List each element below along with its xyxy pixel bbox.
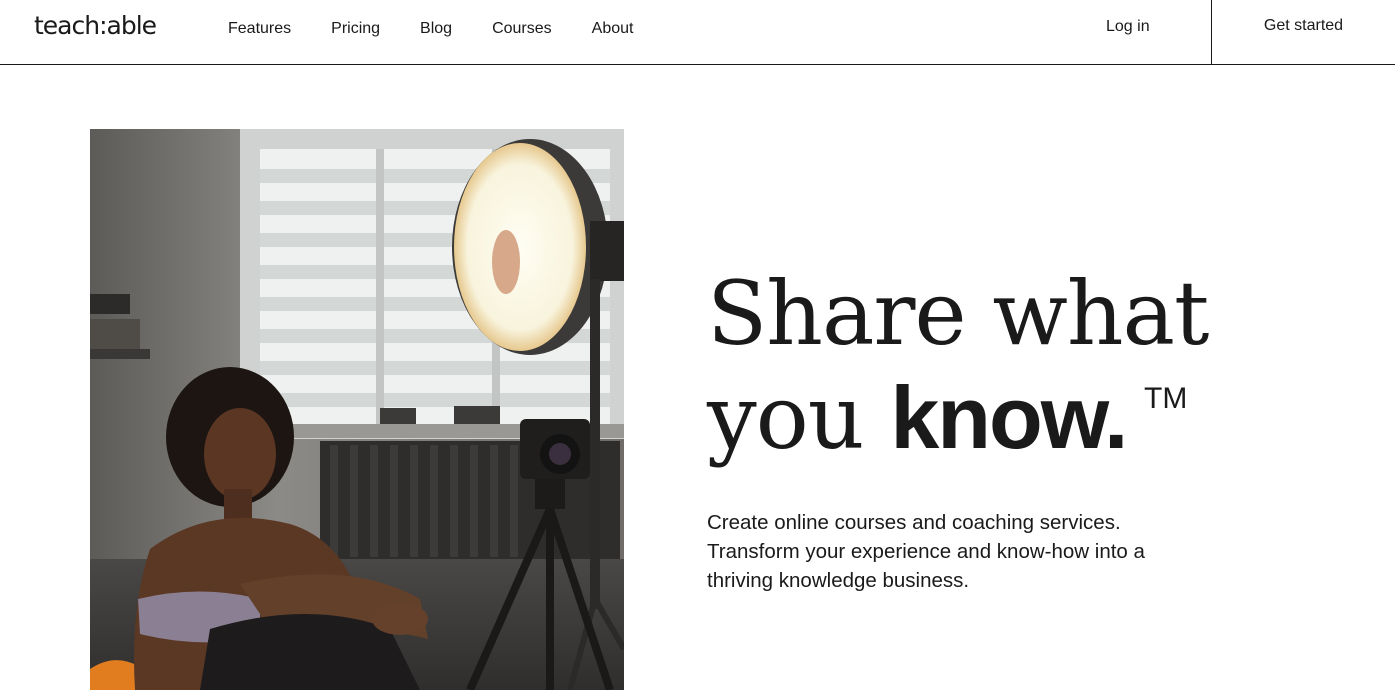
headline-line-1: Share what bbox=[707, 262, 1209, 365]
nav-item-pricing[interactable]: Pricing bbox=[331, 19, 380, 39]
nav-item-about[interactable]: About bbox=[592, 19, 634, 39]
main-nav: Features Pricing Blog Courses About bbox=[228, 19, 673, 39]
nav-item-courses[interactable]: Courses bbox=[492, 19, 552, 39]
subcopy-line-3: thriving knowledge business. bbox=[707, 569, 970, 592]
headline-emphasis: know. bbox=[890, 368, 1128, 467]
creator-filming-photo bbox=[90, 129, 624, 690]
nav-item-blog[interactable]: Blog bbox=[420, 19, 452, 39]
nav-item-features[interactable]: Features bbox=[228, 19, 291, 39]
teachable-logo[interactable]: teach:able bbox=[34, 11, 157, 41]
hero-headline: Share what you know. bbox=[707, 262, 1267, 470]
get-started-button[interactable]: Get started bbox=[1212, 0, 1395, 64]
hero-photo bbox=[90, 129, 624, 690]
trademark-mark: TM bbox=[1144, 382, 1188, 415]
headline-line-2-prefix: you bbox=[707, 366, 891, 469]
site-header: teach:able Features Pricing Blog Courses… bbox=[0, 0, 1395, 65]
subcopy-line-1: Create online courses and coaching servi… bbox=[707, 511, 1121, 534]
subcopy-line-2: Transform your experience and know-how i… bbox=[707, 540, 1145, 563]
hero-subcopy: Create online courses and coaching servi… bbox=[707, 508, 1207, 595]
login-link[interactable]: Log in bbox=[1106, 17, 1150, 37]
